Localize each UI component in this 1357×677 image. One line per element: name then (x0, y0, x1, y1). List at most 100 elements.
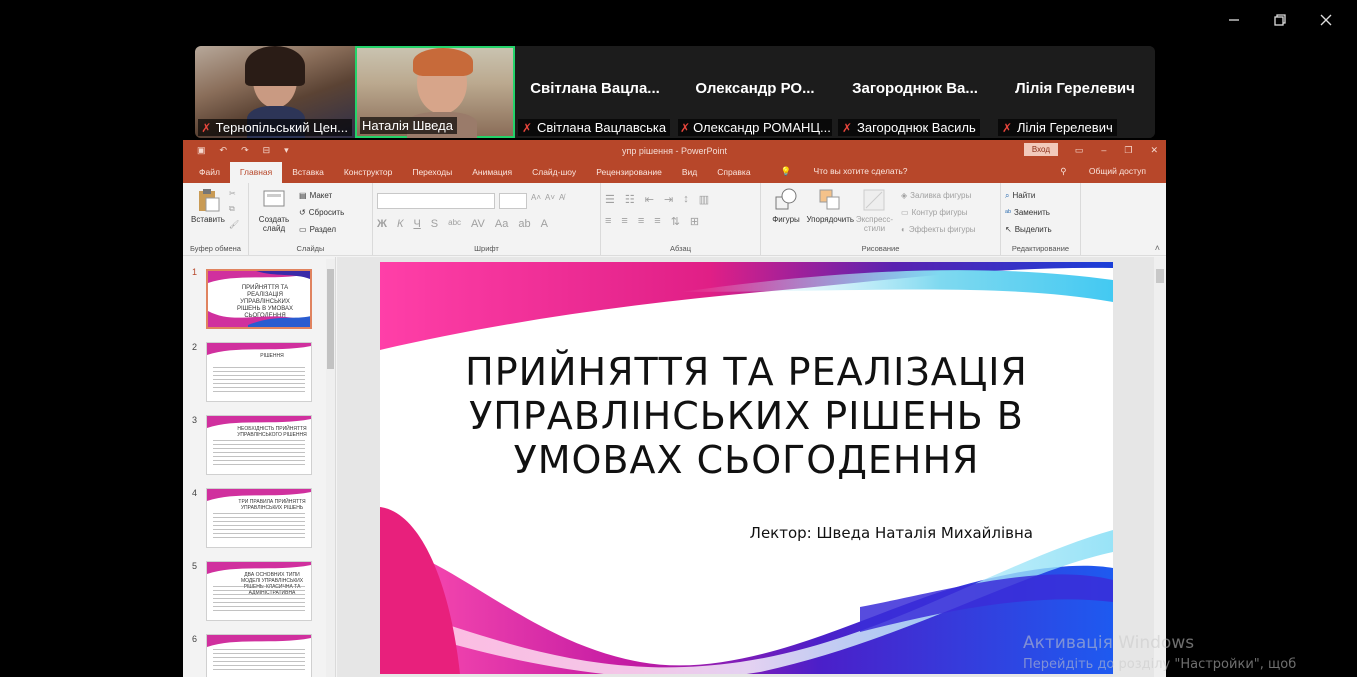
columns-icon[interactable]: ▥ (699, 193, 709, 206)
scrollbar-thumb[interactable] (1156, 269, 1164, 283)
clear-format-icon[interactable]: A̸ (559, 193, 564, 209)
login-button[interactable]: Вход (1023, 143, 1058, 156)
tab-insert[interactable]: Вставка (282, 167, 334, 183)
strikethrough-button[interactable]: abc (448, 218, 461, 230)
thumbnails-scrollbar[interactable] (326, 259, 335, 677)
font-size-select[interactable] (499, 193, 527, 209)
tab-file[interactable]: Файл (189, 167, 230, 183)
shapes-icon (775, 188, 797, 210)
bullets-icon[interactable]: ☰ (605, 193, 615, 206)
slide-thumbnail[interactable]: НЕОБХІДНІСТЬ ПРИЙНЯТТЯ УПРАВЛІНСЬКОГО РІ… (206, 415, 312, 475)
find-button[interactable]: ⌕ Найти (1005, 187, 1076, 204)
current-slide[interactable]: ПРИЙНЯТТЯ ТА РЕАЛІЗАЦІЯ УПРАВЛІНСЬКИХ РІ… (380, 262, 1113, 674)
tab-design[interactable]: Конструктор (334, 167, 402, 183)
close-icon[interactable]: ✕ (1150, 145, 1158, 156)
scrollbar-thumb[interactable] (327, 269, 334, 369)
shadow-button[interactable]: S (431, 218, 438, 230)
cut-icon[interactable]: ✂ (229, 189, 239, 198)
slide-title[interactable]: ПРИЙНЯТТЯ ТА РЕАЛІЗАЦІЯ УПРАВЛІНСЬКИХ РІ… (420, 350, 1073, 482)
shape-outline-button[interactable]: ▭ Контур фигуры (901, 204, 976, 221)
font-family-select[interactable] (377, 193, 495, 209)
participant-name-tag: ✗ Тернопільський Цен... (198, 119, 352, 136)
quick-styles-button[interactable]: Экспресс-стили (853, 187, 895, 233)
windows-activation-watermark: Активація Windows Перейдіть до розділу "… (1023, 633, 1296, 672)
close-icon (1320, 14, 1332, 26)
slide-thumbnail[interactable]: РІШЕННЯ (206, 342, 312, 402)
tell-me-box[interactable]: 💡 Что вы хотите сделать? (761, 166, 928, 183)
restore-button[interactable] (1257, 6, 1303, 34)
highlight-icon[interactable]: ab (518, 218, 530, 230)
paste-button[interactable]: Вставить (187, 187, 229, 224)
format-painter-icon[interactable]: 🖌 (229, 220, 239, 229)
paste-label: Вставить (191, 215, 225, 224)
participant-tile[interactable]: Загороднюк Ва... ✗ Загороднюк Василь (835, 46, 995, 138)
share-button[interactable]: ⚲ Общий доступ (1050, 166, 1156, 177)
restore-icon[interactable]: ❐ (1124, 145, 1132, 156)
align-left-icon[interactable]: ≡ (605, 215, 611, 228)
shape-effects-button[interactable]: ◐ Эффекты фигуры (901, 221, 976, 238)
tab-slideshow[interactable]: Слайд-шоу (522, 167, 586, 183)
shape-fill-button[interactable]: ◈ Заливка фигуры (901, 187, 976, 204)
collapse-ribbon-icon[interactable]: ˄ (1155, 243, 1160, 253)
participant-tile[interactable]: Олександр РО... ✗ Олександр РОМАНЦ... (675, 46, 835, 138)
tab-help[interactable]: Справка (707, 167, 760, 183)
replace-button[interactable]: ᵃᵇ Заменить (1005, 204, 1076, 221)
justify-icon[interactable]: ≡ (654, 215, 660, 228)
section-button[interactable]: ▭ Раздел (299, 221, 344, 238)
tab-home[interactable]: Главная (229, 162, 283, 183)
slide-scrollbar[interactable] (1154, 257, 1166, 677)
bold-button[interactable]: Ж (377, 218, 387, 230)
tab-animations[interactable]: Анимация (462, 167, 522, 183)
shapes-button[interactable]: Фигуры (765, 187, 807, 224)
tab-transitions[interactable]: Переходы (402, 167, 462, 183)
align-center-icon[interactable]: ≡ (621, 215, 627, 228)
minimize-button[interactable] (1211, 6, 1257, 34)
ribbon-display-icon[interactable]: ▭ (1075, 145, 1084, 156)
slide-thumbnail[interactable]: ПРИЙНЯТТЯ ТА РЕАЛІЗАЦІЯ УПРАВЛІНСЬКИХ РІ… (206, 269, 312, 329)
increase-indent-icon[interactable]: ⇥ (664, 193, 673, 206)
thumbnail-wave (207, 635, 311, 647)
layout-button[interactable]: ▤ Макет (299, 187, 344, 204)
participant-name-tag: ✗ Загороднюк Василь (838, 119, 980, 136)
minimize-icon[interactable]: – (1101, 145, 1106, 156)
reset-button[interactable]: ↺ Сбросить (299, 204, 344, 221)
slide-subtitle[interactable]: Лектор: Шведа Наталія Михайлівна (750, 524, 1033, 542)
participant-name: Наталія Шведа (362, 118, 453, 133)
line-spacing-icon[interactable]: ↕ (683, 193, 689, 206)
decrease-indent-icon[interactable]: ⇤ (645, 193, 654, 206)
italic-button[interactable]: К (397, 218, 403, 230)
font-color-icon[interactable]: A (541, 218, 548, 230)
select-button[interactable]: ↖ Выделить (1005, 221, 1076, 238)
new-slide-button[interactable]: Создать слайд (253, 187, 295, 233)
slide-title-line: УМОВАХ СЬОГОДЕННЯ (513, 438, 980, 482)
slide-thumbnail[interactable] (206, 634, 312, 677)
text-direction-icon[interactable]: ⇅ (671, 215, 680, 228)
participant-tile[interactable]: ✗ Тернопільський Цен... (195, 46, 355, 138)
shapes-label: Фигуры (772, 215, 800, 224)
copy-icon[interactable]: ⧉ (229, 204, 239, 214)
window-controls (1211, 6, 1349, 34)
underline-button[interactable]: Ч (413, 218, 420, 230)
decrease-font-icon[interactable]: A˅ (545, 193, 555, 209)
participant-name: Світлана Вацлавська (537, 120, 667, 135)
participant-tile[interactable]: Лілія Герелевич ✗ Лілія Герелевич (995, 46, 1155, 138)
tab-view[interactable]: Вид (672, 167, 707, 183)
thumbnail-number: 1 (192, 267, 198, 277)
char-spacing-icon[interactable]: AV (471, 218, 485, 230)
slide-thumbnail[interactable]: ТРИ ПРАВИЛА ПРИЙНЯТТЯ УПРАВЛІНСЬКИХ РІШЕ… (206, 488, 312, 548)
numbering-icon[interactable]: ☷ (625, 193, 635, 206)
tab-review[interactable]: Рецензирование (586, 167, 672, 183)
participant-tile-active-speaker[interactable]: Наталія Шведа (355, 46, 515, 138)
thumbnail-number: 5 (192, 561, 198, 571)
align-right-icon[interactable]: ≡ (638, 215, 644, 228)
arrange-button[interactable]: Упорядочить (806, 187, 855, 224)
change-case-icon[interactable]: Aa (495, 218, 508, 230)
participant-tile[interactable]: Світлана Вацла... ✗ Світлана Вацлавська (515, 46, 675, 138)
close-button[interactable] (1303, 6, 1349, 34)
participant-hair (245, 46, 305, 86)
smartart-icon[interactable]: ⊞ (690, 215, 699, 228)
slide-thumbnail[interactable]: ДВА ОСНОВНИХ ТИПИ МОДЕЛІ УПРАВЛІНСЬКИХ Р… (206, 561, 312, 621)
arrange-label: Упорядочить (806, 215, 855, 224)
participant-name: Лілія Герелевич (1017, 120, 1113, 135)
increase-font-icon[interactable]: A˄ (531, 193, 541, 209)
